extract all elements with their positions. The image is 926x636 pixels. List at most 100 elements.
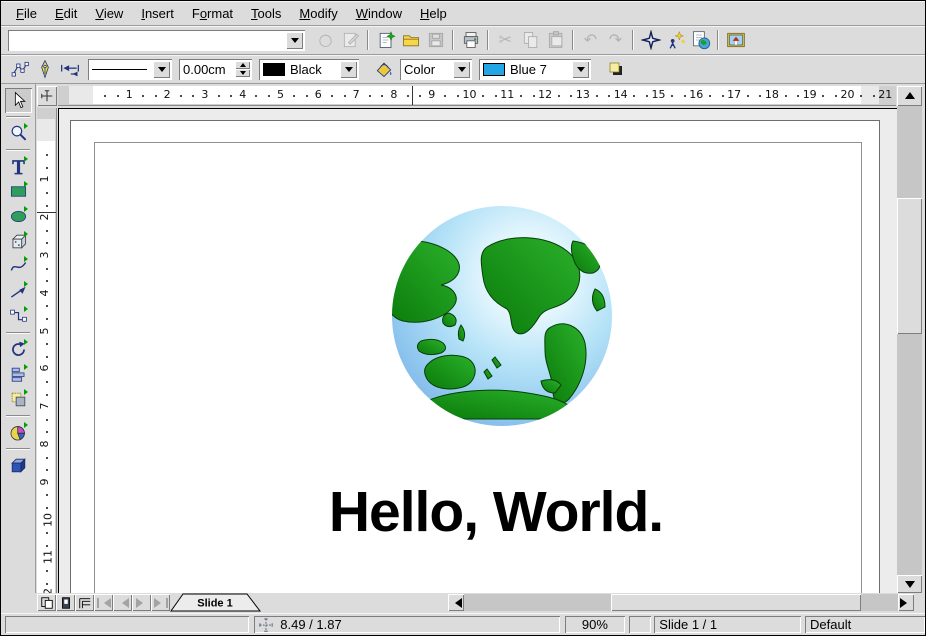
status-layout-name[interactable]: Default [805,616,925,633]
status-zoom[interactable]: 90% [565,616,625,633]
menu-bar: FileEditViewInsertFormatToolsModifyWindo… [1,1,925,26]
arrange-tool[interactable] [5,387,32,412]
cut-icon: ✂ [493,28,518,52]
insert-tool[interactable] [5,420,32,445]
ruler-tick-label: 11 [42,550,55,564]
edit-points-icon[interactable] [7,57,32,81]
vertical-scrollbar-thumb[interactable] [897,198,922,334]
line-style-select[interactable] [88,59,172,80]
print-icon[interactable] [458,28,483,52]
ruler-tick-label: 1 [38,176,51,183]
menu-tools[interactable]: Tools [242,3,290,24]
redo-icon: ↷ [603,28,628,52]
line-width-spinner[interactable] [235,61,250,77]
alignment-tool[interactable] [5,362,32,387]
ruler-tick-label: 5 [277,88,284,101]
spinner-down-button[interactable] [235,69,250,77]
ruler-tick-label: 15 [652,88,666,101]
area-style-icon[interactable] [371,57,396,81]
menu-modify[interactable]: Modify [290,3,346,24]
ruler-tick-label: 17 [727,88,741,101]
pen-style-icon[interactable] [32,57,57,81]
fill-color-dropdown-button[interactable] [572,61,589,78]
fill-color-select[interactable]: Blue 7 [479,59,591,80]
spinner-up-button[interactable] [235,61,250,69]
slide-title-text[interactable]: Hello, World. [196,479,796,545]
globe-graphic[interactable] [391,205,613,427]
arrow-ends-icon[interactable] [57,57,82,81]
flyout-arrow-icon [24,364,31,370]
menu-help[interactable]: Help [411,3,456,24]
fill-color-swatch [483,63,505,76]
ruler-tick-label: 13 [576,88,590,101]
lines-arrows-tool[interactable] [5,279,32,304]
ellipse-tool[interactable] [5,204,32,229]
select-tool[interactable] [5,88,32,113]
effects-3d-tool[interactable] [5,453,32,478]
ruler-tick-label: 3 [201,88,208,101]
handout-view-button[interactable] [75,594,94,611]
hscroll-left-button[interactable] [448,594,464,611]
objects-3d-tool[interactable] [5,229,32,254]
line-color-dropdown-button[interactable] [340,61,357,78]
load-url-dropdown-button[interactable] [286,32,303,49]
ruler-tick-label: 9 [428,88,435,101]
line-style-dropdown-button[interactable] [153,61,170,78]
fill-style-select[interactable]: Color [400,59,472,80]
fill-style-dropdown-button[interactable] [453,61,470,78]
flyout-arrow-icon [24,156,31,162]
vertical-scrollbar[interactable] [897,86,922,593]
menu-format[interactable]: Format [183,3,242,24]
ruler-tick-label: 16 [689,88,703,101]
ruler-tick-label: 2 [38,214,51,221]
chevron-down-icon [458,67,466,76]
connector-tool[interactable] [5,304,32,329]
rectangle-tool[interactable] [5,179,32,204]
line-color-select[interactable]: Black [259,59,359,80]
prev-slide-button [113,594,132,611]
chevron-down-icon [345,67,353,76]
horizontal-ruler[interactable]: 123456789101112131415161718192021 [58,86,896,106]
text-tool[interactable] [5,154,32,179]
menu-edit[interactable]: Edit [46,3,86,24]
vertical-ruler[interactable]: 123456789101112 [37,108,57,593]
ruler-origin-button[interactable] [37,86,57,106]
zoom-icon[interactable] [663,28,688,52]
open-document-icon[interactable] [398,28,423,52]
new-document-icon[interactable] [373,28,398,52]
ruler-tick-label: 4 [239,88,246,101]
horizontal-scrollbar[interactable] [464,594,898,611]
insert-picture-icon[interactable] [723,28,748,52]
scroll-down-button[interactable] [897,575,922,593]
menu-view[interactable]: View [86,3,132,24]
shadow-icon[interactable] [603,57,628,81]
scroll-up-button[interactable] [897,86,922,106]
rotate-tool[interactable] [5,337,32,362]
slide-tab[interactable]: Slide 1 [170,593,262,612]
gallery-icon[interactable] [688,28,713,52]
hscroll-right-button[interactable] [898,594,914,611]
flyout-arrow-icon [24,389,31,395]
curve-tool[interactable] [5,254,32,279]
last-slide-button [151,594,170,611]
status-position: 8.49 / 1.87 [254,616,560,633]
status-position-value: 8.49 / 1.87 [280,617,341,632]
ruler-tick-label: 14 [614,88,628,101]
crosshair-icon [40,89,54,103]
menu-window[interactable]: Window [347,3,411,24]
line-style-preview [92,69,151,70]
menu-file[interactable]: File [7,3,46,24]
horizontal-scrollbar-thumb[interactable] [611,594,861,611]
line-width-field[interactable]: 0.00cm [179,59,252,80]
drawing-view-button[interactable] [37,594,56,611]
ruler-cursor-indicator [37,212,56,213]
chevron-down-icon [905,581,915,593]
load-url-combobox[interactable] [8,30,305,51]
navigator-icon[interactable] [638,28,663,52]
ruler-tick-label: 5 [38,327,51,334]
menu-insert[interactable]: Insert [132,3,183,24]
zoom-tool[interactable] [5,121,32,146]
ruler-tick-label: 8 [38,440,51,447]
slide-canvas[interactable]: Hello, World. [58,108,897,593]
notes-view-button[interactable] [56,594,75,611]
